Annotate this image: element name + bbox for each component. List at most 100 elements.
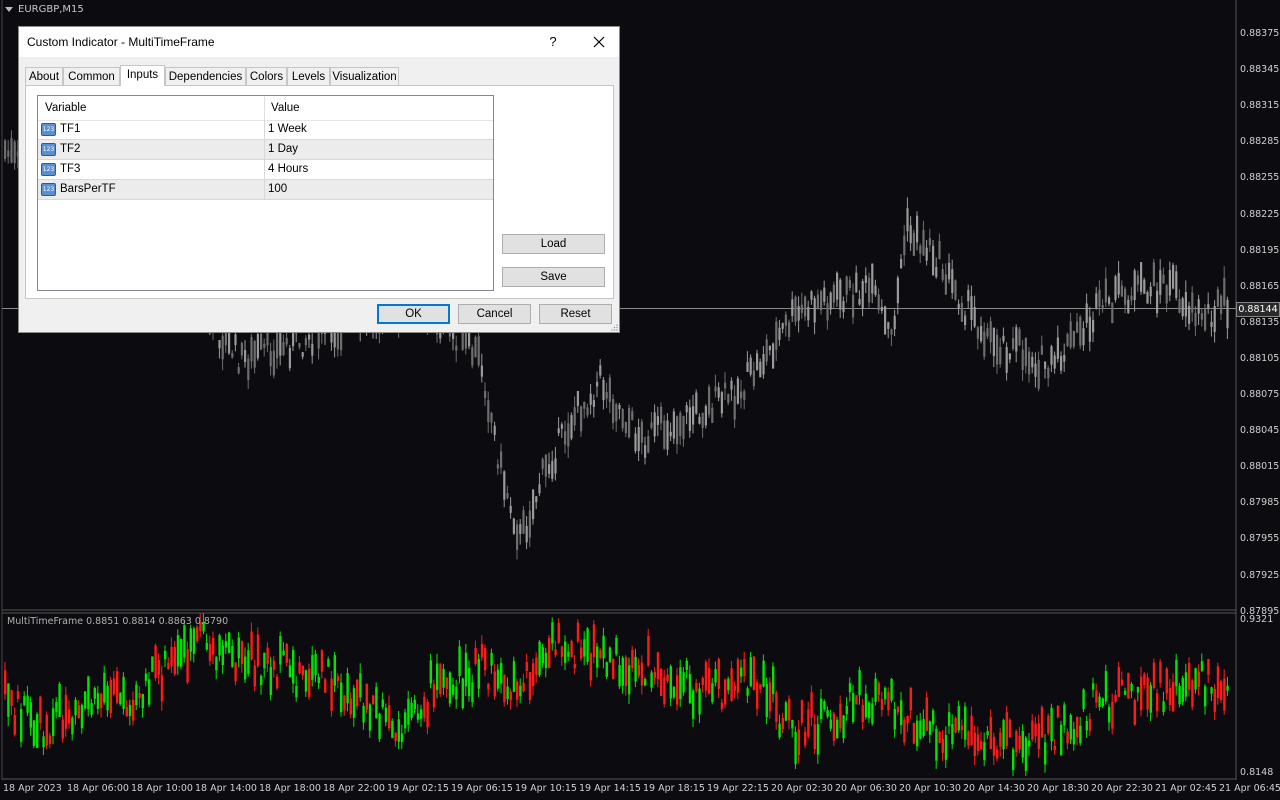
price-candle bbox=[714, 386, 717, 392]
price-candle bbox=[1181, 298, 1184, 317]
column-header-variable[interactable]: Variable bbox=[45, 102, 86, 114]
indicator-candle bbox=[84, 691, 87, 709]
price-candle bbox=[1168, 269, 1171, 296]
indicator-candle bbox=[90, 703, 93, 715]
indicator-candle bbox=[1140, 676, 1143, 711]
help-button[interactable]: ? bbox=[539, 30, 567, 54]
indicator-candle bbox=[208, 643, 212, 661]
cancel-button[interactable]: Cancel bbox=[458, 304, 531, 324]
indicator-candle bbox=[1047, 715, 1050, 734]
indicator-candle bbox=[948, 712, 951, 727]
price-candle bbox=[964, 315, 967, 326]
reset-button[interactable]: Reset bbox=[539, 304, 612, 324]
indicator-candle bbox=[42, 736, 45, 748]
price-candle bbox=[816, 294, 819, 308]
price-candle bbox=[276, 330, 279, 359]
indicator-candle bbox=[58, 683, 61, 717]
price-candle bbox=[484, 390, 487, 398]
resize-grip-icon[interactable] bbox=[610, 323, 618, 331]
window-menu-icon[interactable] bbox=[5, 7, 13, 12]
indicator-candle bbox=[426, 701, 429, 728]
price-candle bbox=[308, 334, 311, 340]
save-button[interactable]: Save bbox=[502, 267, 605, 287]
indicator-candle bbox=[884, 687, 887, 700]
indicator-candle bbox=[189, 628, 192, 652]
tab-about[interactable]: About bbox=[25, 67, 63, 85]
indicator-candle bbox=[272, 660, 276, 670]
price-candle bbox=[672, 411, 675, 439]
indicator-candle bbox=[615, 637, 618, 655]
price-tick: 0.87985 bbox=[1240, 497, 1280, 509]
indicator-candle bbox=[228, 632, 231, 654]
indicator-candle bbox=[260, 675, 263, 686]
tab-visualization[interactable]: Visualization bbox=[330, 67, 399, 85]
indicator-candle bbox=[80, 704, 84, 729]
price-candle bbox=[596, 381, 599, 387]
input-value[interactable]: 100 bbox=[268, 183, 287, 195]
indicator-candle bbox=[1165, 668, 1168, 694]
indicator-candle bbox=[160, 675, 164, 702]
indicator-candle bbox=[1120, 679, 1124, 686]
input-value[interactable]: 1 Day bbox=[268, 143, 298, 155]
price-candle bbox=[996, 334, 999, 365]
dialog-titlebar[interactable]: Custom Indicator - MultiTimeFrame ? bbox=[19, 27, 619, 57]
indicator-candle bbox=[1024, 737, 1028, 771]
indicator-candle bbox=[839, 703, 842, 729]
price-candle bbox=[887, 322, 890, 329]
indicator-candle bbox=[624, 657, 628, 687]
indicator-candle bbox=[1060, 724, 1063, 756]
price-candle bbox=[759, 361, 762, 378]
price-candle bbox=[762, 354, 765, 375]
price-candle bbox=[644, 445, 647, 458]
column-header-value[interactable]: Value bbox=[271, 102, 300, 114]
indicator-candle bbox=[605, 662, 608, 677]
price-candle bbox=[804, 296, 807, 317]
indicator-candle bbox=[490, 652, 493, 666]
indicator-candle bbox=[896, 706, 900, 713]
price-candle bbox=[1101, 305, 1104, 310]
indicator-candle bbox=[596, 646, 599, 668]
indicator-candle bbox=[762, 660, 765, 687]
input-value[interactable]: 4 Hours bbox=[268, 163, 308, 175]
tab-colors[interactable]: Colors bbox=[246, 67, 287, 85]
ok-button[interactable]: OK bbox=[377, 304, 450, 324]
load-button[interactable]: Load bbox=[502, 234, 605, 254]
input-row[interactable]: 123 TF2 1 Day bbox=[38, 140, 493, 160]
indicator-candle bbox=[922, 719, 925, 737]
price-candle bbox=[688, 407, 691, 431]
input-value[interactable]: 1 Week bbox=[268, 123, 307, 135]
tab-inputs[interactable]: Inputs bbox=[120, 65, 165, 86]
input-variable: TF2 bbox=[60, 143, 81, 155]
indicator-candle bbox=[224, 641, 228, 648]
price-candle bbox=[989, 321, 992, 343]
price-candle bbox=[973, 307, 976, 327]
indicator-candle bbox=[858, 670, 861, 696]
tab-common[interactable]: Common bbox=[63, 67, 120, 85]
indicator-candle bbox=[912, 722, 916, 744]
tab-dependencies[interactable]: Dependencies bbox=[165, 67, 246, 85]
input-row[interactable]: 123 TF1 1 Week bbox=[38, 120, 493, 140]
indicator-candle bbox=[23, 696, 26, 706]
price-candle bbox=[1127, 299, 1130, 314]
price-candle bbox=[884, 306, 887, 335]
indicator-candle bbox=[983, 742, 986, 761]
price-candle bbox=[660, 406, 663, 424]
price-candle bbox=[580, 406, 583, 432]
time-tick: 18 Apr 14:00 bbox=[195, 783, 257, 794]
indicator-candle bbox=[388, 705, 391, 729]
indicator-candle bbox=[1133, 700, 1136, 725]
input-row[interactable]: 123 TF3 4 Hours bbox=[38, 160, 493, 180]
tab-levels[interactable]: Levels bbox=[287, 67, 330, 85]
indicator-candle bbox=[1044, 742, 1047, 765]
indicator-candle bbox=[148, 679, 151, 705]
indicator-candle bbox=[170, 646, 173, 667]
price-candle bbox=[516, 524, 519, 550]
time-tick: 18 Apr 22:00 bbox=[323, 783, 385, 794]
price-candle bbox=[935, 266, 938, 278]
time-tick: 19 Apr 18:15 bbox=[643, 783, 705, 794]
input-row[interactable]: 123 BarsPerTF 100 bbox=[38, 180, 493, 200]
indicator-candle bbox=[263, 653, 266, 669]
close-button[interactable] bbox=[584, 30, 614, 54]
price-candle bbox=[1050, 346, 1053, 365]
price-candle bbox=[1213, 306, 1216, 332]
